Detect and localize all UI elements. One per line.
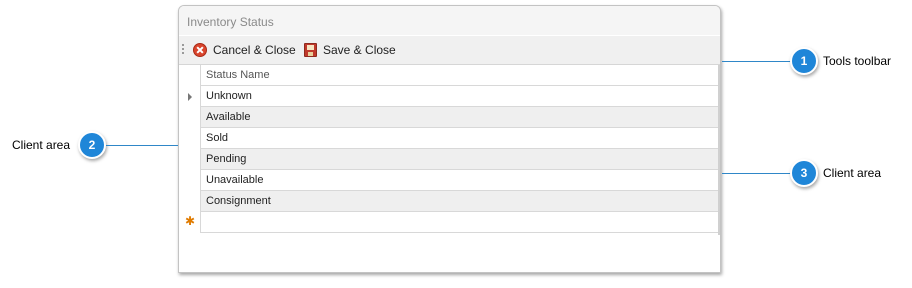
row-indicator[interactable] — [179, 170, 201, 191]
tools-toolbar: Cancel & Close Save & Close — [179, 36, 720, 65]
inventory-status-window: Inventory Status Cancel & Close Save & C… — [178, 5, 721, 273]
column-header-status-name[interactable]: Status Name — [206, 69, 270, 81]
callout-2-badge: 2 — [78, 131, 106, 159]
status-name-cell[interactable]: Available — [206, 111, 250, 123]
row-indicator[interactable] — [179, 107, 201, 128]
callout-1-label: Tools toolbar — [823, 54, 892, 68]
row-indicator[interactable] — [179, 128, 201, 149]
callout-3-badge: 3 — [790, 159, 818, 187]
header-indicator-cell — [179, 65, 201, 86]
callout-1-line — [722, 61, 792, 62]
row-indicator[interactable]: ✱ — [179, 212, 201, 233]
cancel-close-label: Cancel & Close — [213, 43, 296, 57]
status-name-cell[interactable]: Unknown — [206, 90, 252, 102]
cancel-close-button[interactable]: Cancel & Close — [193, 40, 296, 60]
status-name-cell[interactable]: Sold — [206, 132, 228, 144]
table-row[interactable]: Unknown — [179, 86, 720, 107]
grid-right-edge — [718, 65, 720, 235]
status-name-cell[interactable]: Unavailable — [206, 174, 263, 186]
current-row-arrow-icon — [188, 93, 192, 101]
row-indicator[interactable] — [179, 149, 201, 170]
status-name-cell[interactable]: Pending — [206, 153, 246, 165]
cancel-icon — [193, 43, 207, 57]
window-title: Inventory Status — [187, 15, 274, 29]
table-row[interactable]: Unavailable — [179, 170, 720, 191]
table-row[interactable]: Available — [179, 107, 720, 128]
new-row[interactable]: ✱ — [179, 212, 720, 233]
table-row[interactable]: Pending — [179, 149, 720, 170]
callout-3-line — [722, 173, 792, 174]
save-close-label: Save & Close — [323, 43, 396, 57]
title-bar: Inventory Status — [179, 6, 720, 35]
table-row[interactable]: Sold — [179, 128, 720, 149]
callout-2-label: Client area — [12, 138, 71, 152]
callout-1-badge: 1 — [790, 47, 818, 75]
save-icon — [304, 43, 317, 57]
callout-3-label: Client area — [823, 166, 882, 180]
new-row-asterisk-icon: ✱ — [185, 214, 196, 228]
grid-header-row: Status Name — [179, 65, 720, 86]
status-name-cell[interactable]: Consignment — [206, 195, 271, 207]
table-row[interactable]: Consignment — [179, 191, 720, 212]
status-grid: Status Name Unknown Available Sold Pendi… — [179, 65, 720, 235]
row-indicator[interactable] — [179, 86, 201, 107]
save-close-button[interactable]: Save & Close — [304, 40, 396, 60]
toolbar-grip-icon[interactable] — [182, 44, 184, 56]
callout-2-line — [106, 145, 178, 146]
row-indicator[interactable] — [179, 191, 201, 212]
